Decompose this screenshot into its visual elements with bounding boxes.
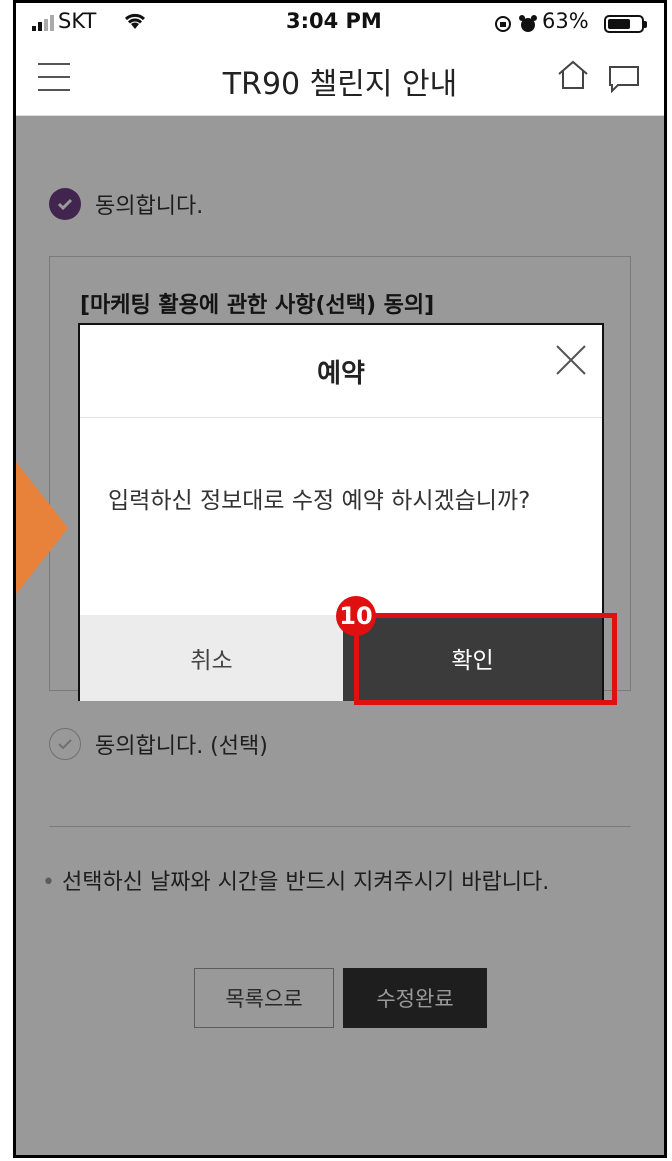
- dialog-title: 예약: [317, 359, 365, 389]
- cancel-button[interactable]: 취소: [80, 615, 343, 701]
- phone-frame: SKT 3:04 PM 63% TR90 챌린지 안내 동의합니다. [마케팅 …: [13, 0, 667, 1158]
- step-highlight-box: [354, 613, 617, 705]
- signal-icon: [32, 15, 54, 31]
- carrier-label: SKT: [58, 9, 97, 33]
- nav-bar: TR90 챌린지 안내: [16, 43, 664, 116]
- chat-icon[interactable]: [608, 65, 640, 93]
- home-icon[interactable]: [556, 59, 590, 91]
- alarm-icon: [519, 15, 537, 32]
- dialog-divider: [80, 417, 602, 418]
- dialog-message: 입력하신 정보대로 수정 예약 하시겠습니까?: [108, 488, 531, 514]
- battery-percent: 63%: [542, 9, 589, 33]
- status-bar: SKT 3:04 PM 63%: [16, 3, 664, 43]
- status-time: 3:04 PM: [286, 9, 382, 33]
- wifi-icon: [124, 13, 146, 29]
- step-badge: 10: [336, 596, 376, 636]
- battery-icon: [604, 15, 647, 33]
- close-icon[interactable]: [554, 343, 588, 377]
- pointer-arrow-icon: [16, 458, 68, 598]
- rotation-lock-icon: [495, 16, 511, 32]
